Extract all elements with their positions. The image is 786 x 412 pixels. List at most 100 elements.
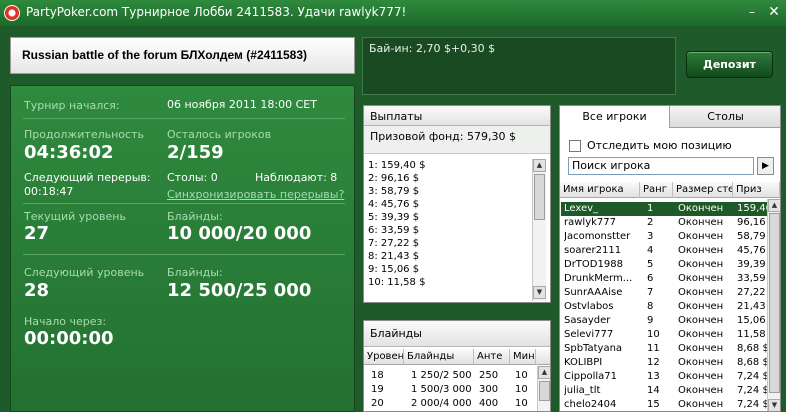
player-stack: Окончен (678, 245, 724, 256)
next-break-label: Следующий перерыв: (24, 171, 151, 184)
player-name: SunrAAAise (564, 287, 623, 298)
player-rank: 13 (647, 371, 660, 382)
list-item: 4: 45,76 $ (368, 199, 420, 210)
player-name: chelo2404 (564, 399, 617, 410)
tab-all-players[interactable]: Все игроки (560, 106, 670, 128)
blinds-header: Блайнды (364, 321, 550, 347)
player-stack: Окончен (678, 287, 724, 298)
player-prize: 8,68 $ (737, 343, 767, 354)
search-go-button[interactable]: ▶ (757, 157, 774, 175)
blinds-ante: 250 (479, 370, 499, 381)
column-header-rank[interactable]: Ранг (640, 182, 673, 198)
close-button[interactable]: ✕ (766, 5, 782, 21)
table-row[interactable]: SpbTatyana 11 Окончен 8,68 $ (561, 342, 767, 356)
player-stack: Окончен (678, 259, 724, 270)
player-prize: 39,39 $ (737, 259, 767, 270)
payouts-scrollbar[interactable]: ▲ ▼ (532, 159, 546, 301)
list-item: 6: 33,59 $ (368, 225, 420, 236)
buyin-text: Бай-ин: 2,70 $+0,30 $ (369, 42, 496, 55)
column-header-stack-size[interactable]: Размер стека (673, 182, 733, 198)
table-row[interactable]: Cippolla71 13 Окончен 7,24 $ (561, 370, 767, 384)
remaining-label: Осталось игроков (167, 128, 272, 141)
table-row[interactable]: chelo2404 15 Окончен 7,24 $ (561, 398, 767, 411)
next-level-label: Следующий уровень (24, 266, 145, 279)
table-row[interactable]: rawlyk777 2 Окончен 96,16 $ (561, 216, 767, 230)
column-header-blinds[interactable]: Блайнды (404, 349, 474, 365)
buyin-panel: Бай-ин: 2,70 $+0,30 $ (362, 37, 676, 95)
player-stack: Окончен (678, 357, 724, 368)
player-prize: 33,59 $ (737, 273, 767, 284)
player-name: soarer2111 (564, 245, 622, 256)
tournament-name: Russian battle of the forum БЛХолдем (#2… (22, 48, 307, 62)
minimize-button[interactable]: – (744, 5, 760, 21)
player-stack: Окончен (678, 301, 724, 312)
player-rank: 6 (647, 273, 654, 284)
column-header-minutes[interactable]: Минуты (510, 349, 536, 365)
player-rank: 3 (647, 231, 654, 242)
blinds-value: 1 250/2 500 (411, 370, 472, 381)
table-row[interactable]: DrTOD1988 5 Окончен 39,39 $ (561, 258, 767, 272)
player-prize: 58,79 $ (737, 231, 767, 242)
current-level-value: 27 (24, 223, 50, 244)
list-item: 3: 58,79 $ (368, 186, 420, 197)
scroll-down-arrow-icon[interactable]: ▼ (533, 286, 546, 299)
players-table-header: Имя игрока Ранг Размер стека Приз (560, 182, 780, 198)
player-prize: 11,58 $ (737, 329, 767, 340)
tab-tables[interactable]: Столы (670, 106, 780, 128)
sync-breaks-link[interactable]: Синхронизировать перерывы? (167, 188, 344, 201)
deposit-button[interactable]: Депозит (686, 51, 773, 78)
scroll-thumb[interactable] (534, 174, 545, 220)
tournament-info-panel: Турнир начался: 06 ноября 2011 18:00 CET… (10, 85, 355, 412)
table-row[interactable]: Lexev_ 1 Окончен 159,40 $ (561, 202, 767, 216)
player-search-input[interactable]: Поиск игрока (568, 157, 754, 175)
scroll-down-arrow-icon[interactable]: ▼ (768, 399, 780, 411)
blinds-minutes: 10 (515, 398, 528, 409)
next-level-value: 28 (24, 280, 50, 301)
payouts-list: 1: 159,40 $ 2: 96,16 $ 3: 58,79 $ 4: 45,… (368, 159, 532, 289)
scroll-up-arrow-icon[interactable]: ▲ (538, 366, 550, 379)
table-row[interactable]: Jacomonstter 3 Окончен 58,79 $ (561, 230, 767, 244)
payouts-panel: Выплаты Призовой фонд: 579,30 $ 1: 159,4… (363, 105, 551, 303)
scroll-thumb[interactable] (769, 213, 780, 393)
list-item: 2: 96,16 $ (368, 173, 420, 184)
blinds-scrollbar[interactable]: ▲ (537, 366, 550, 411)
player-rank: 10 (647, 329, 660, 340)
player-stack: Окончен (678, 217, 724, 228)
players-scrollbar[interactable]: ▲ ▼ (767, 199, 780, 411)
column-header-level[interactable]: Уровень (364, 349, 404, 365)
player-rank: 1 (647, 203, 654, 214)
current-blinds-value: 10 000/20 000 (167, 223, 312, 244)
table-row[interactable]: Ostvlabos 8 Окончен 21,43 $ (561, 300, 767, 314)
column-header-player-name[interactable]: Имя игрока (560, 182, 640, 198)
column-header-prize[interactable]: Приз (733, 182, 780, 198)
scroll-up-arrow-icon[interactable]: ▲ (533, 159, 546, 172)
divider (23, 118, 345, 119)
player-rank: 9 (647, 315, 654, 326)
table-row[interactable]: Sasayder 9 Окончен 15,06 $ (561, 314, 767, 328)
player-prize: 7,24 $ (737, 399, 767, 410)
player-stack: Окончен (678, 399, 724, 410)
table-row[interactable]: DrunkMerm... 6 Окончен 33,59 $ (561, 272, 767, 286)
player-name: Jacomonstter (564, 231, 631, 242)
started-label: Турнир начался: (24, 99, 120, 112)
track-position-checkbox[interactable] (569, 140, 581, 152)
table-row[interactable]: soarer2111 4 Окончен 45,76 $ (561, 244, 767, 258)
blinds-value: 2 000/4 000 (411, 398, 472, 409)
column-header-ante[interactable]: Анте (474, 349, 510, 365)
player-name: DrTOD1988 (564, 259, 623, 270)
divider (23, 254, 345, 255)
scroll-up-arrow-icon[interactable]: ▲ (768, 199, 780, 212)
next-blinds-label: Блайнды: (167, 266, 223, 279)
table-row[interactable]: Selevi777 10 Окончен 11,58 $ (561, 328, 767, 342)
table-row[interactable]: julia_tlt 14 Окончен 7,24 $ (561, 384, 767, 398)
window-title: PartyPoker.com Турнирное Лобби 2411583. … (26, 5, 407, 19)
scroll-thumb[interactable] (539, 381, 550, 401)
player-name: rawlyk777 (564, 217, 616, 228)
duration-label: Продолжительность (24, 128, 144, 141)
table-row[interactable]: KOLIBPI 12 Окончен 8,68 $ (561, 356, 767, 370)
payouts-header: Выплаты (364, 106, 550, 126)
blinds-panel: Блайнды Уровень Блайнды Анте Минуты 18 1… (363, 320, 551, 412)
prize-pool: Призовой фонд: 579,30 $ (364, 126, 550, 154)
blinds-level: 18 (371, 370, 384, 381)
table-row[interactable]: SunrAAAise 7 Окончен 27,22 $ (561, 286, 767, 300)
